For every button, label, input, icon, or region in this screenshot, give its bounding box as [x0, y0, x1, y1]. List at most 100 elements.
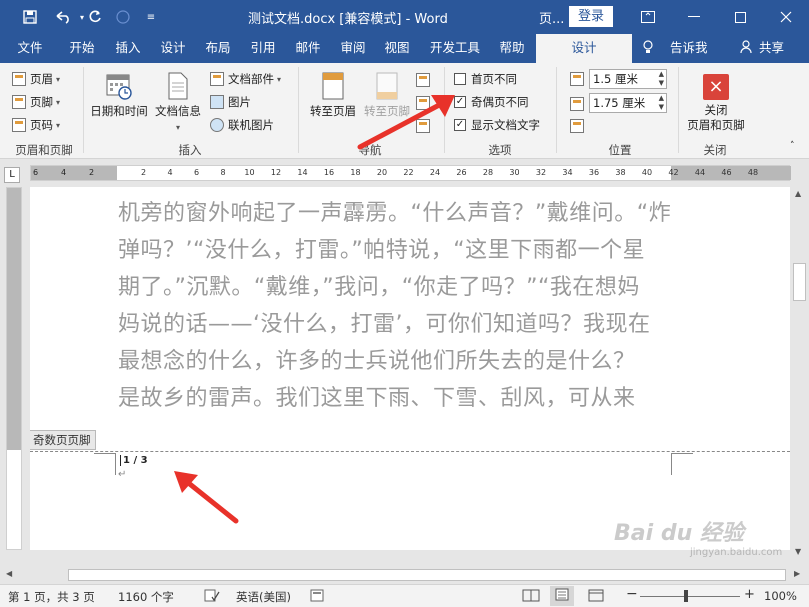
ribbon-display-icon[interactable] [625, 0, 671, 34]
redo-icon[interactable] [86, 7, 104, 27]
ruler-tick-label: 28 [482, 168, 494, 177]
group-label-position: 位置 [608, 143, 632, 157]
proofing-icon[interactable] [204, 589, 220, 605]
text-line[interactable]: 弹吗？’“没什么，打雷。”帕特说，“这里下雨都一个星 [118, 232, 678, 269]
goto-header-icon [319, 71, 347, 101]
undo-dropdown-icon[interactable]: ▾ [78, 7, 86, 27]
language-label[interactable]: 英语(美国) [236, 589, 291, 605]
vertical-scrollbar[interactable]: ▲ ▼ [790, 187, 809, 563]
menu-review[interactable]: 审阅 [329, 34, 377, 63]
scroll-down-icon[interactable]: ▼ [795, 547, 801, 556]
footer-button[interactable]: 页脚 ▾ [12, 94, 60, 110]
header-position-icon [570, 72, 588, 86]
ruler-tick-label: 16 [323, 168, 335, 177]
menu-help[interactable]: 帮助 [488, 34, 536, 63]
vertical-scroll-thumb[interactable] [793, 263, 806, 301]
docinfo-button[interactable]: 文档信息 ▾ [152, 71, 204, 135]
header-button[interactable]: 页眉 ▾ [12, 71, 60, 87]
share-label[interactable]: 共享 [759, 34, 784, 63]
ruler-tick-label: 36 [588, 168, 600, 177]
goto-header-button[interactable]: 转至页眉 [306, 71, 360, 119]
text-line[interactable]: 期了。”沉默。“戴维，”我问，“你走了吗？”“我在想妈 [118, 269, 678, 306]
minimize-icon[interactable] [671, 0, 717, 34]
vertical-ruler[interactable] [6, 187, 22, 550]
menu-insert[interactable]: 插入 [104, 34, 152, 63]
share-icon[interactable] [740, 34, 754, 63]
picture-button[interactable]: 图片 [210, 94, 251, 110]
group-separator [298, 67, 299, 153]
horizontal-scroll-thumb[interactable] [68, 569, 786, 581]
login-button[interactable]: 登录 [569, 6, 613, 27]
save-icon[interactable] [20, 7, 40, 27]
web-layout-icon[interactable] [588, 589, 604, 605]
ruler-tick-label: 30 [509, 168, 520, 177]
document-area[interactable]: 机旁的窗外响起了一声霹雳。“什么声音？”戴维问。“炸 弹吗？’“没什么，打雷。”… [30, 187, 790, 550]
read-mode-icon[interactable] [522, 589, 540, 605]
macro-icon[interactable] [310, 589, 324, 605]
ruler-tick-label: 26 [456, 168, 467, 177]
context-tab-label[interactable]: 页... [537, 5, 567, 29]
menu-mailings[interactable]: 邮件 [284, 34, 332, 63]
ruler-tick-label: 40 [641, 168, 653, 177]
text-line[interactable]: 是故乡的雷声。我们这里下雨、下雪、刮风，可从来 [118, 380, 678, 417]
footer-boundary [30, 451, 790, 452]
customize-toolbar-icon[interactable]: ≡ [144, 7, 158, 27]
scroll-right-icon[interactable]: ▶ [794, 569, 800, 578]
docparts-button[interactable]: 文档部件 ▾ [210, 71, 281, 87]
menu-design[interactable]: 设计 [149, 34, 197, 63]
page-number-button[interactable]: 页码 ▾ [12, 117, 60, 133]
online-picture-icon [210, 118, 224, 132]
insert-alignment-tab-icon[interactable] [570, 119, 588, 133]
zoom-in-button[interactable]: + [744, 587, 755, 602]
circle-icon[interactable] [114, 7, 132, 27]
print-layout-icon[interactable] [550, 586, 574, 606]
body-text[interactable]: 机旁的窗外响起了一声霹雳。“什么声音？”戴维问。“炸 弹吗？’“没什么，打雷。”… [118, 195, 678, 417]
margin-corner-mark [94, 453, 116, 475]
show-doc-text-checkbox[interactable]: ✓ 显示文档文字 [454, 117, 540, 133]
online-picture-button[interactable]: 联机图片 [210, 117, 274, 133]
menu-layout[interactable]: 布局 [194, 34, 242, 63]
ruler-left-margin: 6 4 2 [31, 166, 117, 180]
text-line[interactable]: 机旁的窗外响起了一声霹雳。“什么声音？”戴维问。“炸 [118, 195, 678, 232]
footer-position-input[interactable]: 1.75 厘米 ▲ ▼ [589, 93, 667, 113]
page-count[interactable]: 第 1 页，共 3 页 [8, 589, 95, 605]
text-line[interactable]: 最想念的什么，许多的士兵说他们所失去的是什么？ [118, 343, 678, 380]
horizontal-scrollbar[interactable]: ◀ ▶ [0, 566, 809, 584]
text-line[interactable]: 妈说的话——‘没什么，打雷’，可你们知道吗？我现在 [118, 306, 678, 343]
ruler-tick-label: 14 [297, 168, 308, 177]
ruler-tick-label: 44 [694, 168, 706, 177]
collapse-ribbon-icon[interactable]: ˄ [790, 141, 795, 151]
zoom-slider-handle[interactable] [684, 590, 688, 602]
page[interactable]: 机旁的窗外响起了一声霹雳。“什么声音？”戴维问。“炸 弹吗？’“没什么，打雷。”… [30, 187, 790, 550]
maximize-icon[interactable] [717, 0, 763, 34]
menu-hf-design[interactable]: 设计 [536, 34, 632, 63]
tell-me-icon[interactable] [642, 34, 654, 63]
ruler-bar[interactable]: 6 4 2 2 4 6 8 10 12 14 16 18 20 22 24 26 28 30 32 34 36 38… [30, 165, 791, 181]
diff-odd-even-checkbox[interactable]: ✓ 奇偶页不同 [454, 94, 529, 110]
undo-icon[interactable] [50, 7, 76, 27]
scroll-up-icon[interactable]: ▲ [795, 189, 801, 198]
menu-view[interactable]: 视图 [373, 34, 421, 63]
zoom-slider[interactable] [640, 596, 740, 597]
scroll-left-icon[interactable]: ◀ [6, 569, 12, 578]
zoom-out-button[interactable]: − [626, 586, 638, 602]
ruler-tick-label: 32 [535, 168, 547, 177]
word-count[interactable]: 1160 个字 [118, 589, 174, 605]
header-position-input[interactable]: 1.5 厘米 ▲ ▼ [589, 69, 667, 89]
ruler-tick-label: 12 [270, 168, 282, 177]
tab-selector[interactable]: L [4, 167, 20, 183]
menu-references[interactable]: 引用 [239, 34, 287, 63]
group-separator [678, 67, 679, 153]
checkbox-unchecked[interactable] [454, 73, 466, 85]
tell-me-label[interactable]: 告诉我 [670, 34, 708, 63]
close-window-icon[interactable] [763, 0, 809, 34]
menu-home[interactable]: 开始 [58, 34, 106, 63]
menu-developer[interactable]: 开发工具 [424, 34, 486, 63]
datetime-button[interactable]: 日期和时间 [88, 71, 150, 119]
zoom-level[interactable]: 100% [764, 589, 797, 603]
page-number-field[interactable]: 1 / 3 [120, 455, 148, 466]
menu-file[interactable]: 文件 [6, 34, 54, 63]
document-info-icon [164, 71, 192, 101]
footer-tag: 奇数页页脚 [30, 430, 96, 450]
close-hf-button[interactable]: × 关闭 页眉和页脚 [686, 71, 746, 133]
